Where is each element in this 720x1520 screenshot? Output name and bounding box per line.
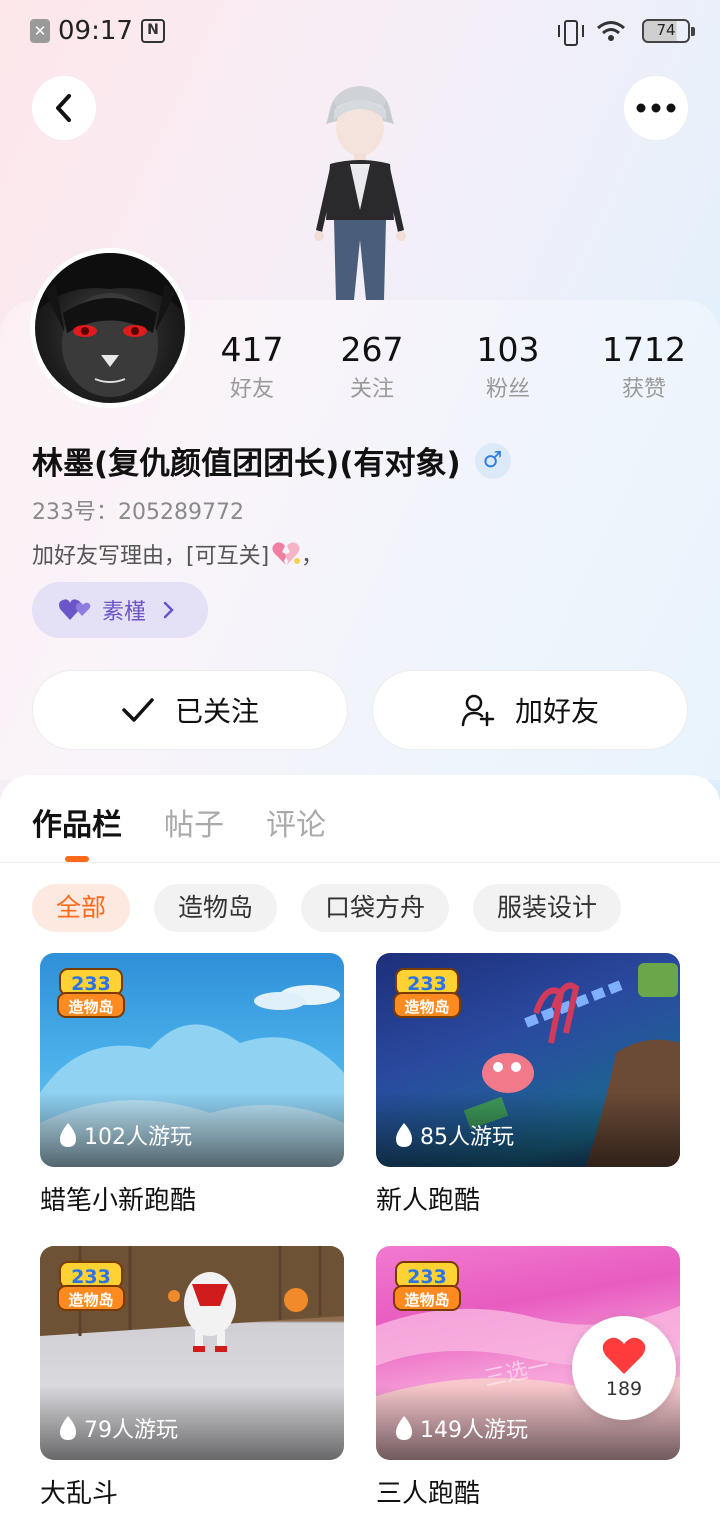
game-card[interactable]: 233 造物岛 85人游玩 — [376, 953, 680, 1167]
flame-icon — [396, 1416, 412, 1440]
play-count-row: 79人游玩 — [58, 1412, 178, 1444]
more-dots-icon — [636, 103, 676, 113]
back-button[interactable] — [32, 76, 96, 140]
stat-friends[interactable]: 417 好友 — [192, 330, 312, 403]
tab-comments[interactable]: 评论 — [266, 800, 326, 844]
like-button[interactable]: 189 — [572, 1316, 676, 1420]
vibrate-icon — [558, 18, 584, 46]
logo-number: 233 — [407, 973, 447, 995]
stat-value: 267 — [340, 330, 404, 369]
wifi-icon — [597, 21, 625, 41]
purple-hearts-icon — [59, 599, 91, 620]
play-count: 102人游玩 — [84, 1125, 192, 1150]
heart-icon — [602, 1337, 646, 1374]
flame-icon — [396, 1123, 412, 1147]
gender-symbol: ♂ — [482, 448, 503, 473]
tab-posts[interactable]: 帖子 — [164, 800, 224, 844]
more-options-button[interactable] — [624, 76, 688, 140]
battery-indicator: 74 — [642, 19, 695, 43]
play-count: 85人游玩 — [420, 1125, 514, 1150]
following-button[interactable]: 已关注 — [32, 670, 348, 750]
add-friend-button[interactable]: 加好友 — [372, 670, 688, 750]
stat-value: 1712 — [602, 330, 686, 369]
stat-value: 417 — [220, 330, 284, 369]
following-label: 已关注 — [174, 695, 259, 728]
tabs-divider — [0, 862, 720, 863]
add-friend-label: 加好友 — [514, 695, 599, 728]
stat-label: 粉丝 — [485, 377, 530, 402]
stat-followers[interactable]: 103 粉丝 — [448, 330, 568, 403]
chip-clothing-design[interactable]: 服装设计 — [473, 884, 622, 932]
logo-name: 造物岛 — [404, 1291, 449, 1309]
status-bar-left: ✕ 09:17 N — [30, 16, 165, 46]
relationship-tag-label: 素槿 — [102, 600, 147, 625]
logo-number: 233 — [407, 1266, 447, 1288]
flame-icon — [60, 1416, 76, 1440]
bio-text: 加好友写理由，[可互关] — [32, 544, 270, 569]
logo-number: 233 — [71, 973, 111, 995]
creation-island-logo: 233 造物岛 — [57, 1261, 125, 1311]
chip-pocket-ark[interactable]: 口袋方舟 — [301, 884, 450, 932]
username-row: 林墨(复仇颜值团团长)(有对象) ♂ — [32, 438, 511, 483]
filter-chips: 全部 造物岛 口袋方舟 服装设计 — [32, 884, 622, 932]
play-count: 149人游玩 — [420, 1418, 528, 1443]
relationship-tag-button[interactable]: 素槿 — [32, 582, 208, 638]
avatar-image — [35, 253, 185, 397]
stat-likes[interactable]: 1712 获赞 — [584, 330, 704, 403]
stat-following[interactable]: 267 关注 — [312, 330, 432, 403]
play-count: 79人游玩 — [84, 1418, 178, 1443]
game-title[interactable]: 大乱斗 — [40, 1473, 118, 1510]
stat-value: 103 — [476, 330, 540, 369]
chip-creation-island[interactable]: 造物岛 — [154, 884, 278, 932]
game-title[interactable]: 蜡笔小新跑酷 — [40, 1180, 196, 1217]
tab-works[interactable]: 作品栏 — [32, 800, 122, 844]
user-avatar[interactable] — [30, 248, 190, 408]
status-bar: ✕ 09:17 N 74 — [0, 0, 720, 66]
creation-island-logo: 233 造物岛 — [57, 968, 125, 1018]
nfc-icon: N — [140, 19, 165, 43]
sim-off-icon: ✕ — [30, 19, 50, 43]
stat-label: 好友 — [229, 377, 274, 402]
like-count: 189 — [605, 1378, 643, 1400]
play-count-row: 85人游玩 — [394, 1119, 514, 1151]
game-card[interactable]: 233 造物岛 79人游玩 — [40, 1246, 344, 1460]
stat-label: 获赞 — [621, 377, 666, 402]
game-title[interactable]: 新人跑酷 — [376, 1180, 480, 1217]
stat-label: 关注 — [349, 377, 394, 402]
play-count-row: 102人游玩 — [58, 1119, 192, 1151]
username: 林墨(复仇颜值团团长)(有对象) — [32, 446, 461, 482]
play-count-row: 149人游玩 — [394, 1412, 528, 1444]
logo-number: 233 — [71, 1266, 111, 1288]
chevron-right-icon — [163, 601, 174, 619]
logo-name: 造物岛 — [68, 998, 113, 1016]
status-time: 09:17 — [58, 16, 133, 46]
creation-island-logo: 233 造物岛 — [393, 1261, 461, 1311]
user-bio: 加好友写理由，[可互关] ， — [32, 538, 323, 570]
logo-name: 造物岛 — [68, 1291, 113, 1309]
game-title[interactable]: 三人跑酷 — [376, 1473, 480, 1510]
profile-stats: 417 好友 267 关注 103 粉丝 1712 获赞 — [190, 330, 720, 410]
creation-island-logo: 233 造物岛 — [393, 968, 461, 1018]
broken-heart-emoji-icon — [272, 542, 301, 565]
add-user-icon — [461, 694, 495, 727]
bio-suffix: ， — [301, 544, 324, 569]
chip-all[interactable]: 全部 — [32, 884, 131, 932]
flame-icon — [60, 1123, 76, 1147]
status-bar-right: 74 — [558, 18, 695, 46]
user-id: 233号：205289772 — [32, 500, 244, 525]
logo-name: 造物岛 — [404, 998, 449, 1016]
gender-male-icon: ♂ — [474, 442, 511, 479]
checkmark-icon — [122, 698, 154, 722]
avatar-character-figure[interactable] — [290, 80, 430, 300]
content-tabs: 作品栏 帖子 评论 — [32, 800, 326, 844]
chevron-left-icon — [56, 94, 71, 122]
game-card[interactable]: 233 造物岛 102人游玩 — [40, 953, 344, 1167]
